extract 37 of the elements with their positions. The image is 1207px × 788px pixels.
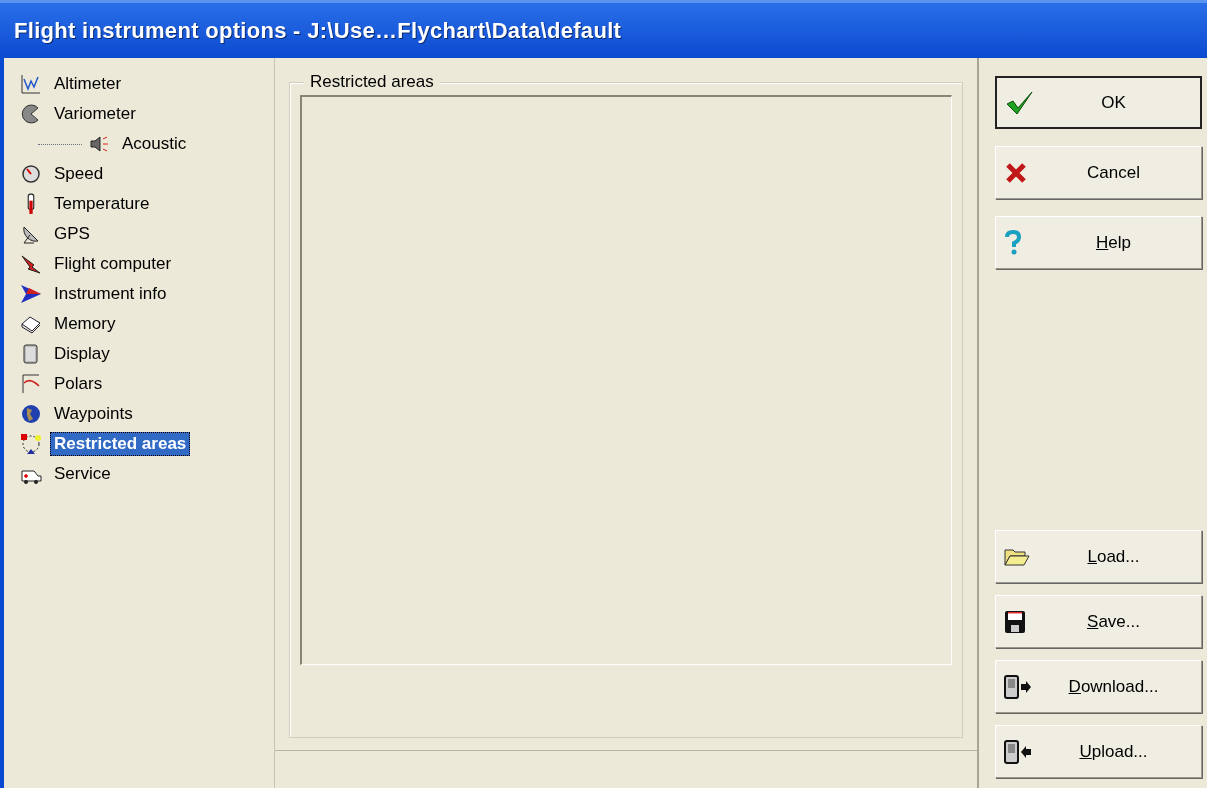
dial-icon (20, 163, 42, 185)
route-icon (20, 433, 42, 455)
tree-item[interactable]: Variometer (50, 102, 140, 126)
close-icon (1004, 160, 1028, 185)
tree-item[interactable]: Memory (50, 312, 120, 336)
tree-item[interactable]: Speed (50, 162, 108, 186)
tree-item[interactable]: Altimeter (50, 72, 126, 96)
tree-item[interactable]: Flight computer (50, 252, 176, 276)
window-title: Flight instrument options - J:\Use…Flychart\Data\default (14, 17, 622, 45)
dialog-button[interactable]: OK (995, 76, 1202, 129)
tree-item[interactable]: Acoustic (118, 132, 191, 156)
tree-item[interactable]: GPS (50, 222, 94, 246)
dialog-button[interactable]: Upload... (995, 725, 1202, 778)
dialog-button[interactable]: Download... (995, 660, 1202, 713)
device-arrow-icon (1004, 674, 1032, 699)
speaker-icon (88, 133, 110, 155)
dialog-button[interactable]: Load... (995, 530, 1202, 583)
tree-item[interactable]: Display (50, 342, 114, 366)
tree-item[interactable]: Instrument info (50, 282, 171, 306)
dialog-button[interactable]: Help (995, 216, 1202, 269)
tree-item[interactable]: Temperature (50, 192, 154, 216)
line-graph-icon (20, 73, 42, 95)
chart-icon (20, 373, 42, 395)
device-arrow-icon (1004, 739, 1032, 764)
arrow-icon (20, 253, 42, 275)
folder-icon (1004, 546, 1030, 567)
plane-icon (20, 283, 42, 305)
globe-icon (20, 403, 42, 425)
dialog-button[interactable]: Save... (995, 595, 1202, 648)
thermometer-icon (26, 193, 36, 215)
question-mark-icon (1004, 229, 1022, 256)
tree-item[interactable]: Restricted areas (50, 432, 191, 456)
tree-item[interactable]: Service (50, 462, 115, 486)
tree-item[interactable]: Polars (50, 372, 107, 396)
tree-item[interactable]: Waypoints (50, 402, 137, 426)
dialog-button[interactable]: Cancel (995, 146, 1202, 199)
checkmark-icon (1005, 89, 1035, 116)
